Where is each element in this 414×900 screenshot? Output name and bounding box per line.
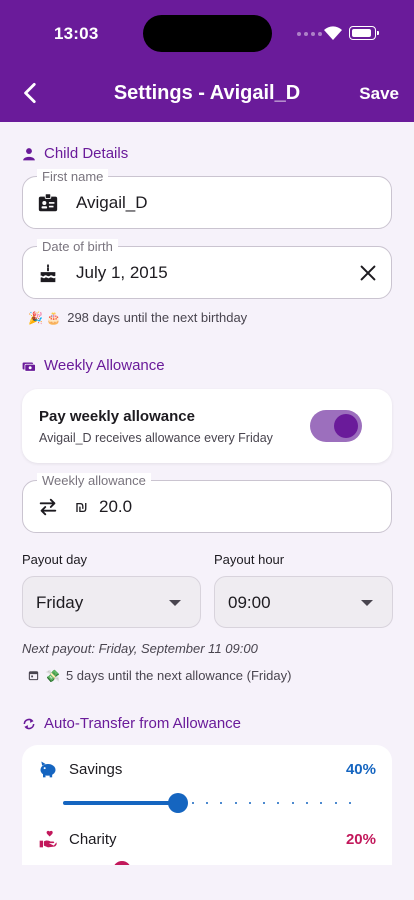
slider-tick <box>334 802 337 804</box>
field-label: First name <box>37 169 109 184</box>
dropdown-arrow-icon <box>169 600 181 606</box>
bottom-background <box>0 865 414 900</box>
birthday-hint: 🎉 🎂 298 days until the next birthday <box>28 310 247 325</box>
money-wings-emoji: 💸 <box>45 668 60 683</box>
slider-tick <box>205 802 208 804</box>
repeat-icon <box>39 498 57 516</box>
sync-icon <box>23 718 35 729</box>
dropdown-arrow-icon <box>361 600 373 606</box>
section-auto-transfer: Auto-Transfer from Allowance <box>22 715 241 732</box>
slider-tick <box>306 802 309 804</box>
toggle-knob <box>334 414 358 438</box>
party-cake-emoji: 🎉 🎂 <box>28 310 62 325</box>
slider-tick <box>149 802 151 804</box>
payout-hour-label: Payout hour <box>214 552 285 567</box>
slider-tick <box>92 802 94 804</box>
section-title: Auto-Transfer from Allowance <box>44 715 242 732</box>
first-name-value: Avigail_D <box>76 193 148 212</box>
weekly-allowance-field[interactable]: Weekly allowance ₪ 20.0 <box>22 473 392 533</box>
slider-tick <box>348 802 351 804</box>
money-icon <box>22 362 36 372</box>
slider-thumb[interactable] <box>168 793 189 813</box>
savings-percent: 40% <box>345 761 376 778</box>
allowance-hint-text: 5 days until the next allowance (Friday) <box>65 668 292 683</box>
battery-icon <box>349 26 379 40</box>
first-name-field[interactable]: First name Avigail_D <box>22 169 392 229</box>
section-weekly-allowance: Weekly Allowance <box>22 357 165 374</box>
auto-transfer-card: Savings 40% Charity 20% <box>22 745 392 865</box>
slider-tick <box>191 802 194 804</box>
section-child-details: Child Details <box>22 145 128 162</box>
slider-tick <box>320 802 323 804</box>
payout-day-value: Friday <box>36 593 84 612</box>
pay-allowance-toggle[interactable] <box>310 410 362 442</box>
slider-tick <box>248 802 251 804</box>
cellular-signal-icon <box>297 32 322 36</box>
calendar-icon <box>28 671 39 681</box>
piggy-bank-icon <box>40 761 56 778</box>
currency-symbol: ₪ <box>75 499 88 516</box>
pay-allowance-card: Pay weekly allowance Avigail_D receives … <box>22 389 392 463</box>
slider-tick <box>106 802 108 804</box>
save-button[interactable]: Save <box>359 84 399 104</box>
charity-hand-icon <box>39 830 57 848</box>
slider-tick <box>134 802 136 804</box>
next-payout-text: Next payout: Friday, September 11 09:00 <box>22 641 258 656</box>
birthday-hint-text: 298 days until the next birthday <box>67 310 248 325</box>
person-icon <box>23 147 35 160</box>
section-title: Weekly Allowance <box>44 357 165 374</box>
slider-tick <box>63 802 65 804</box>
dynamic-island <box>143 15 272 52</box>
slider-tick <box>234 802 237 804</box>
allowance-hint: 💸 5 days until the next allowance (Frida… <box>28 668 291 683</box>
savings-label: Savings <box>69 761 123 778</box>
page-title: Settings - Avigail_D <box>113 82 301 104</box>
cake-icon <box>40 263 56 283</box>
pay-allowance-subtitle: Avigail_D receives allowance every Frida… <box>39 431 273 445</box>
charity-percent: 20% <box>345 831 376 848</box>
charity-label: Charity <box>69 831 117 848</box>
slider-tick <box>277 802 280 804</box>
field-label: Date of birth <box>37 239 118 254</box>
status-time: 13:03 <box>54 24 99 43</box>
payout-day-label: Payout day <box>22 552 88 567</box>
wifi-icon <box>324 26 342 40</box>
field-label: Weekly allowance <box>37 473 151 488</box>
slider-tick <box>263 802 266 804</box>
slider-tick <box>120 802 122 804</box>
date-of-birth-value: July 1, 2015 <box>76 263 168 282</box>
savings-slider[interactable] <box>63 793 351 813</box>
pay-allowance-title: Pay weekly allowance <box>39 408 195 425</box>
slider-tick <box>163 802 165 804</box>
slider-tick <box>77 802 79 804</box>
app-bar: 13:03 Settings - Avigail_D Save <box>0 0 414 122</box>
payout-hour-dropdown[interactable]: 09:00 <box>214 576 393 628</box>
clear-icon[interactable] <box>357 262 379 284</box>
slider-tick <box>220 802 223 804</box>
section-title: Child Details <box>44 145 129 162</box>
slider-tick <box>291 802 294 804</box>
weekly-allowance-value: 20.0 <box>99 497 133 516</box>
date-of-birth-field[interactable]: Date of birth July 1, 2015 <box>22 239 392 299</box>
payout-hour-value: 09:00 <box>228 593 271 612</box>
id-badge-icon <box>38 193 58 212</box>
slider-ticks <box>63 801 351 805</box>
payout-day-dropdown[interactable]: Friday <box>22 576 201 628</box>
